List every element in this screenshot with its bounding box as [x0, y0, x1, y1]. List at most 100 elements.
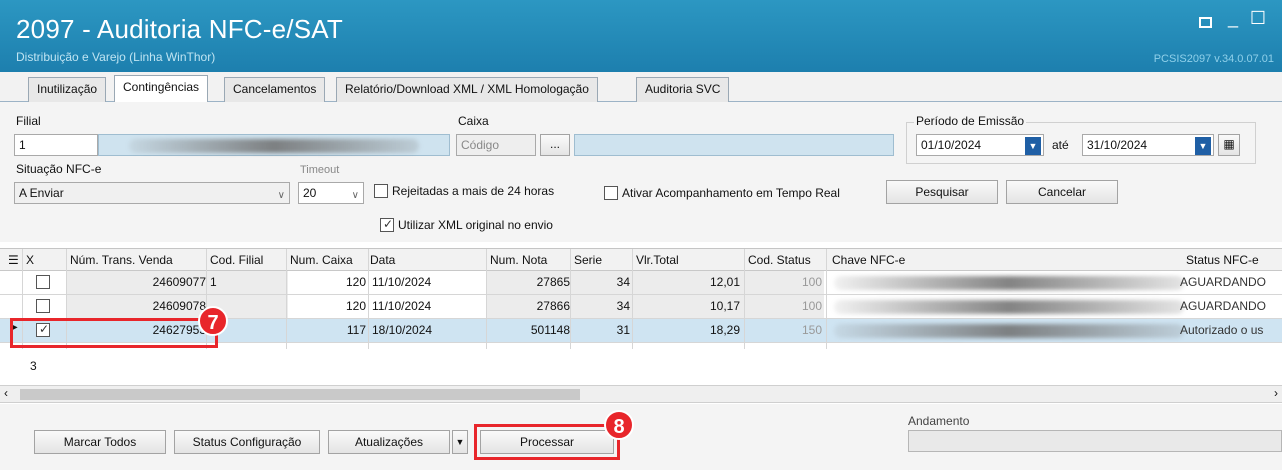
filial-code-input[interactable]: 1 — [14, 134, 98, 156]
redacted-chave — [834, 300, 1184, 314]
cancelar-button[interactable]: Cancelar — [1006, 180, 1118, 204]
col-header-vlr-total[interactable]: Vlr.Total — [636, 253, 679, 267]
step8-highlight — [474, 424, 620, 460]
tab-relatorio-download-xml[interactable]: Relatório/Download XML / XML Homologação — [336, 77, 598, 102]
cell-serie: 34 — [616, 275, 630, 289]
tab-strip: Inutilização Contingências Cancelamentos… — [0, 72, 1282, 103]
col-header-trans-venda[interactable]: Núm. Trans. Venda — [70, 253, 173, 267]
col-header-cod-status[interactable]: Cod. Status — [748, 253, 811, 267]
horizontal-scrollbar[interactable]: ‹ › — [0, 385, 1282, 403]
acompanhamento-checkbox[interactable] — [604, 186, 618, 200]
andamento-progress-bar — [908, 430, 1282, 452]
title-bar: 2097 - Auditoria NFC-e/SAT Distribuição … — [0, 0, 1282, 72]
tab-auditoria-svc[interactable]: Auditoria SVC — [636, 77, 730, 102]
col-header-serie[interactable]: Serie — [574, 253, 602, 267]
cell-num-nota: 501148 — [530, 323, 570, 337]
filial-name-field — [98, 134, 450, 156]
xml-original-label: Utilizar XML original no envio — [398, 218, 553, 232]
scroll-right-icon[interactable]: › — [1274, 386, 1278, 400]
pesquisar-button[interactable]: Pesquisar — [886, 180, 998, 204]
timeout-label: Timeout — [300, 164, 340, 176]
cell-num-caixa: 120 — [345, 275, 366, 289]
atualizacoes-button[interactable]: Atualizações — [328, 430, 450, 454]
cell-num-nota: 27865 — [536, 275, 570, 289]
situacao-label: Situação NFC-e — [16, 162, 102, 176]
situacao-value: A Enviar — [19, 186, 64, 200]
minimize-icon[interactable]: _ — [1228, 8, 1238, 29]
cell-serie: 31 — [616, 323, 630, 337]
tab-contingencias[interactable]: Contingências — [114, 75, 209, 103]
ate-label: até — [1052, 138, 1069, 152]
chevron-down-icon: ∨ — [351, 190, 359, 201]
cell-data: 11/10/2024 — [372, 299, 432, 313]
cell-cod-status: 150 — [801, 323, 822, 337]
cell-data: 18/10/2024 — [372, 323, 433, 337]
date-from-input[interactable]: 01/10/2024 ▼ — [916, 134, 1044, 156]
col-header-chave-nfce[interactable]: Chave NFC-e — [832, 253, 905, 267]
date-to-input[interactable]: 31/10/2024 ▼ — [1082, 134, 1214, 156]
table-row[interactable]: 24609078 120 11/10/2024 27866 34 10,17 1… — [0, 295, 1282, 319]
cell-vlr-total: 10,17 — [709, 299, 740, 313]
col-header-status-nfce[interactable]: Status NFC-e — [1186, 253, 1259, 267]
grid-header: ☰ X Núm. Trans. Venda Cod. Filial Num. C… — [0, 249, 1282, 271]
scroll-left-icon[interactable]: ‹ — [4, 386, 8, 400]
row-checkbox[interactable] — [36, 275, 50, 289]
xml-original-checkbox[interactable]: ✓ — [380, 217, 394, 232]
version-label: PCSIS2097 v.34.0.07.01 — [1153, 53, 1274, 65]
rejeitadas-label: Rejeitadas a mais de 24 horas — [392, 184, 555, 198]
cell-vlr-total: 12,01 — [709, 275, 740, 289]
atualizacoes-dropdown-icon[interactable]: ▼ — [452, 430, 468, 454]
cell-serie: 34 — [616, 299, 630, 313]
filial-label: Filial — [16, 114, 41, 128]
col-header-num-nota[interactable]: Num. Nota — [490, 253, 547, 267]
cell-trans-venda: 24609078 — [152, 299, 206, 313]
cell-num-nota: 27866 — [536, 299, 570, 313]
step8-badge: 8 — [604, 410, 634, 440]
redacted-chave — [834, 276, 1184, 290]
caixa-label: Caixa — [458, 114, 489, 128]
tab-cancelamentos[interactable]: Cancelamentos — [224, 77, 326, 102]
caixa-code-input[interactable]: Código — [456, 134, 536, 156]
acompanhamento-label: Ativar Acompanhamento em Tempo Real — [622, 186, 840, 200]
tab-inutilizacao[interactable]: Inutilização — [28, 77, 107, 102]
step7-highlight — [10, 318, 218, 348]
window-subtitle: Distribuição e Varejo (Linha WinThor) — [16, 50, 216, 64]
col-header-x[interactable]: X — [26, 253, 34, 267]
timeout-select[interactable]: 20 ∨ — [298, 182, 364, 204]
maximize-icon[interactable]: ☐ — [1250, 8, 1266, 29]
status-configuracao-button[interactable]: Status Configuração — [174, 430, 320, 454]
col-header-num-caixa[interactable]: Num. Caixa — [290, 253, 353, 267]
col-header-cod-filial[interactable]: Cod. Filial — [210, 253, 263, 267]
situacao-select[interactable]: A Enviar ∨ — [14, 182, 290, 204]
results-grid: ☰ X Núm. Trans. Venda Cod. Filial Num. C… — [0, 248, 1282, 403]
row-checkbox[interactable] — [36, 299, 50, 313]
restore-icon[interactable] — [1199, 8, 1212, 29]
caixa-search-button[interactable]: ... — [540, 134, 570, 156]
cell-num-caixa: 120 — [345, 299, 366, 313]
date-from-value: 01/10/2024 — [921, 138, 982, 152]
date-to-dropdown-icon[interactable]: ▼ — [1195, 137, 1211, 155]
cell-status-nfce: AGUARDANDO — [1180, 275, 1267, 289]
window-title: 2097 - Auditoria NFC-e/SAT — [16, 14, 343, 44]
marcar-todos-button[interactable]: Marcar Todos — [34, 430, 166, 454]
redacted-chave — [834, 324, 1184, 338]
redacted-filial-name — [129, 139, 419, 153]
date-to-value: 31/10/2024 — [1087, 138, 1148, 152]
cell-cod-status: 100 — [801, 299, 822, 313]
calendar-icon[interactable]: ▦ — [1218, 134, 1240, 156]
rejeitadas-checkbox[interactable] — [374, 184, 388, 198]
grid-menu-icon[interactable]: ☰ — [8, 253, 19, 267]
cell-cod-filial: 1 — [210, 275, 217, 289]
cell-trans-venda: 24609077 — [152, 275, 206, 289]
cell-cod-status: 100 — [801, 275, 822, 289]
row-count: 3 — [30, 359, 37, 373]
scroll-thumb[interactable] — [20, 389, 580, 400]
chevron-down-icon: ∨ — [277, 190, 285, 201]
andamento-label: Andamento — [908, 414, 970, 428]
cell-vlr-total: 18,29 — [709, 323, 740, 337]
date-from-dropdown-icon[interactable]: ▼ — [1025, 137, 1041, 155]
table-row[interactable]: 24609077 1 120 11/10/2024 27865 34 12,01… — [0, 271, 1282, 295]
col-header-data[interactable]: Data — [370, 253, 395, 267]
filter-form: Filial 1 Caixa Código ... Período de Emi… — [0, 102, 1282, 242]
step7-badge: 7 — [198, 306, 228, 336]
